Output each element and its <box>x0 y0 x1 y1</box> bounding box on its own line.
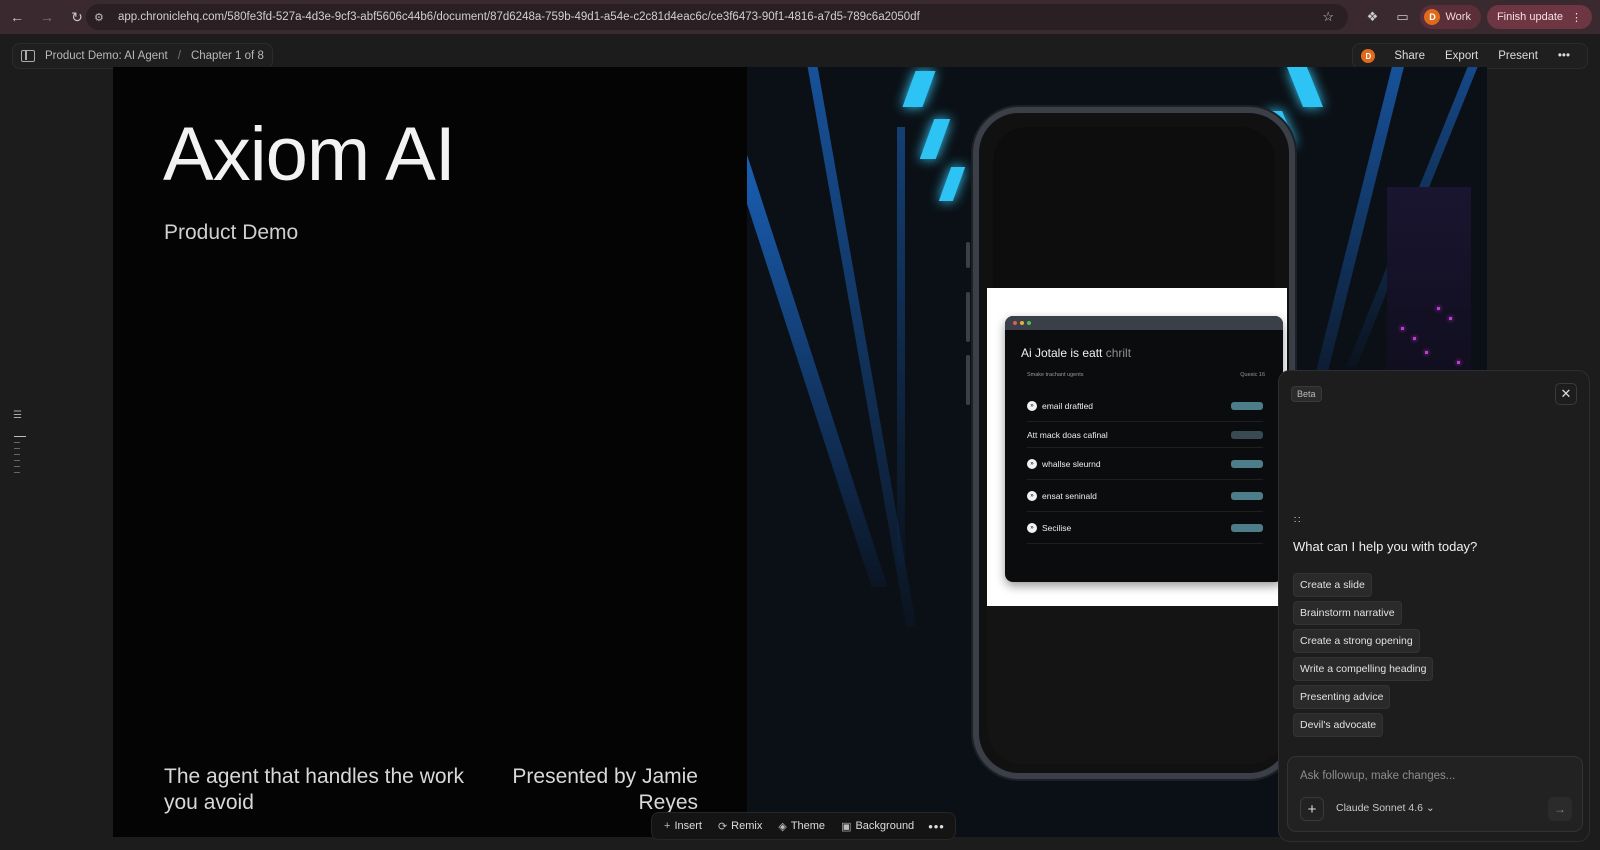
play-icon: » <box>1027 522 1037 533</box>
more-options-icon[interactable]: ••• <box>924 819 949 834</box>
finish-update-label: Finish update <box>1496 11 1563 23</box>
agent-list: » email draftled Att mack doas cafinal »… <box>1027 390 1263 544</box>
slide-toolbar: + Insert ⟳ Remix ◈ Theme ▣ Background ••• <box>651 812 956 840</box>
app-meta-left: Smake trachant ugents <box>1027 372 1084 378</box>
user-avatar[interactable]: D <box>1361 49 1376 63</box>
phone-screen-top <box>993 127 1275 289</box>
breadcrumb: Product Demo: AI Agent / Chapter 1 of 8 <box>12 43 273 69</box>
profile-button[interactable]: D Work <box>1420 5 1481 29</box>
close-icon[interactable]: ✕ <box>1555 383 1577 405</box>
remix-icon: ⟳ <box>717 820 728 833</box>
chat-input-placeholder[interactable]: Ask followup, make changes... <box>1300 770 1455 782</box>
suggestion-brainstorm-narrative[interactable]: Brainstorm narrative <box>1293 601 1402 625</box>
attach-plus-icon[interactable]: + <box>1300 797 1324 821</box>
browser-toolbar: ← → ↻ ⚙ app.chroniclehq.com/580fe3fd-527… <box>0 0 1600 34</box>
status-badge <box>1231 430 1263 439</box>
phone-side-button <box>966 292 970 342</box>
breadcrumb-separator: / <box>177 50 181 62</box>
ceiling-light <box>919 119 951 159</box>
share-button[interactable]: Share <box>1387 50 1432 62</box>
suggestion-compelling-heading[interactable]: Write a compelling heading <box>1293 657 1434 681</box>
remix-button[interactable]: ⟳ Remix <box>712 820 768 833</box>
slide-presenter[interactable]: Presented by Jamie Reyes <box>508 764 698 816</box>
phone-screen-bottom <box>987 606 1287 764</box>
present-button[interactable]: Present <box>1491 50 1545 62</box>
phone-side-button <box>966 242 970 268</box>
play-icon: » <box>1027 490 1037 501</box>
light-beam <box>747 67 888 587</box>
extensions-icon[interactable]: ❖ <box>1360 5 1384 29</box>
breadcrumb-document[interactable]: Product Demo: AI Agent <box>45 50 168 62</box>
suggestion-strong-opening[interactable]: Create a strong opening <box>1293 629 1420 653</box>
model-selector[interactable]: Claude Sonnet 4.6 ⌄ <box>1336 802 1435 814</box>
send-arrow-icon[interactable]: → <box>1548 797 1572 821</box>
ceiling-light <box>902 71 936 107</box>
list-item: » email draftled <box>1027 390 1263 422</box>
url-text[interactable]: app.chroniclehq.com/580fe3fd-527a-4d3e-9… <box>118 11 920 23</box>
play-icon: » <box>1027 458 1037 469</box>
cast-icon[interactable]: ▭ <box>1390 5 1414 29</box>
plus-icon: + <box>664 820 671 832</box>
slide-tagline[interactable]: The agent that handles the work you avoi… <box>164 764 494 816</box>
kebab-menu-icon[interactable]: ⋮ <box>1571 11 1582 24</box>
app-window-mockup: Ai Jotale is eatt chrilt Smake trachant … <box>1005 316 1283 582</box>
status-badge <box>1231 491 1263 500</box>
header-actions: D Share Export Present ••• <box>1352 43 1588 69</box>
status-badge <box>1231 459 1263 468</box>
chevron-down-icon: ⌄ <box>1425 802 1435 814</box>
insert-button[interactable]: + Insert <box>658 820 708 832</box>
bookmark-star-icon[interactable]: ☆ <box>1322 9 1334 25</box>
sidebar-toggle-icon[interactable] <box>21 50 35 62</box>
chat-greeting: What can I help you with today? <box>1293 539 1478 554</box>
ceiling-light <box>938 167 966 201</box>
list-item: Att mack doas cafinal <box>1027 422 1263 448</box>
phone-screen-content: Ai Jotale is eatt chrilt Smake trachant … <box>987 288 1287 606</box>
app-title: Ai Jotale is eatt chrilt <box>1021 346 1132 360</box>
theme-button[interactable]: ◈ Theme <box>772 820 831 833</box>
app-header: Product Demo: AI Agent / Chapter 1 of 8 … <box>0 34 1600 69</box>
ceiling-light <box>1286 67 1324 107</box>
suggestion-create-slide[interactable]: Create a slide <box>1293 573 1372 597</box>
app-meta-right: Quesic 16 <box>1240 372 1265 378</box>
finish-update-button[interactable]: Finish update ⋮ <box>1486 5 1592 29</box>
beta-badge: Beta <box>1291 386 1322 402</box>
slide-subtitle[interactable]: Product Demo <box>164 221 298 245</box>
ai-chat-panel: Beta ✕ ∷ What can I help you with today?… <box>1278 370 1590 842</box>
more-options-button[interactable]: ••• <box>1551 50 1577 62</box>
theme-icon: ◈ <box>778 820 787 833</box>
list-item: » ensat seninald <box>1027 480 1263 512</box>
status-badge <box>1231 523 1263 532</box>
slide-title[interactable]: Axiom AI <box>163 111 456 198</box>
background-button[interactable]: ▣ Background <box>835 820 920 833</box>
export-button[interactable]: Export <box>1438 50 1485 62</box>
suggestion-devils-advocate[interactable]: Devil's advocate <box>1293 713 1384 737</box>
forward-icon[interactable]: → <box>34 4 60 30</box>
address-bar[interactable]: ⚙ app.chroniclehq.com/580fe3fd-527a-4d3e… <box>86 4 1348 30</box>
play-icon: » <box>1027 400 1037 411</box>
chat-input-box[interactable]: Ask followup, make changes... + Claude S… <box>1287 756 1583 832</box>
light-beam <box>897 127 905 567</box>
site-settings-icon[interactable]: ⚙ <box>94 11 110 24</box>
outline-icon[interactable]: ☰ <box>13 410 23 421</box>
chapter-navigator[interactable] <box>14 436 26 478</box>
list-item: » whallse sleurnd <box>1027 448 1263 480</box>
suggestion-presenting-advice[interactable]: Presenting advice <box>1293 685 1391 709</box>
image-icon: ▣ <box>841 820 852 833</box>
slide-text-panel: Axiom AI Product Demo The agent that han… <box>113 67 747 837</box>
phone-side-button <box>966 355 970 405</box>
status-badge <box>1231 401 1263 410</box>
suggestion-list: Create a slide Brainstorm narrative Crea… <box>1293 573 1434 741</box>
assistant-icon: ∷ <box>1294 515 1301 526</box>
profile-label: Work <box>1445 11 1471 23</box>
profile-avatar: D <box>1424 9 1441 25</box>
window-controls <box>1005 316 1283 330</box>
back-icon[interactable]: ← <box>4 4 30 30</box>
breadcrumb-chapter[interactable]: Chapter 1 of 8 <box>191 50 264 62</box>
list-item: » Secilise <box>1027 512 1263 544</box>
phone-mockup: Ai Jotale is eatt chrilt Smake trachant … <box>973 107 1295 779</box>
